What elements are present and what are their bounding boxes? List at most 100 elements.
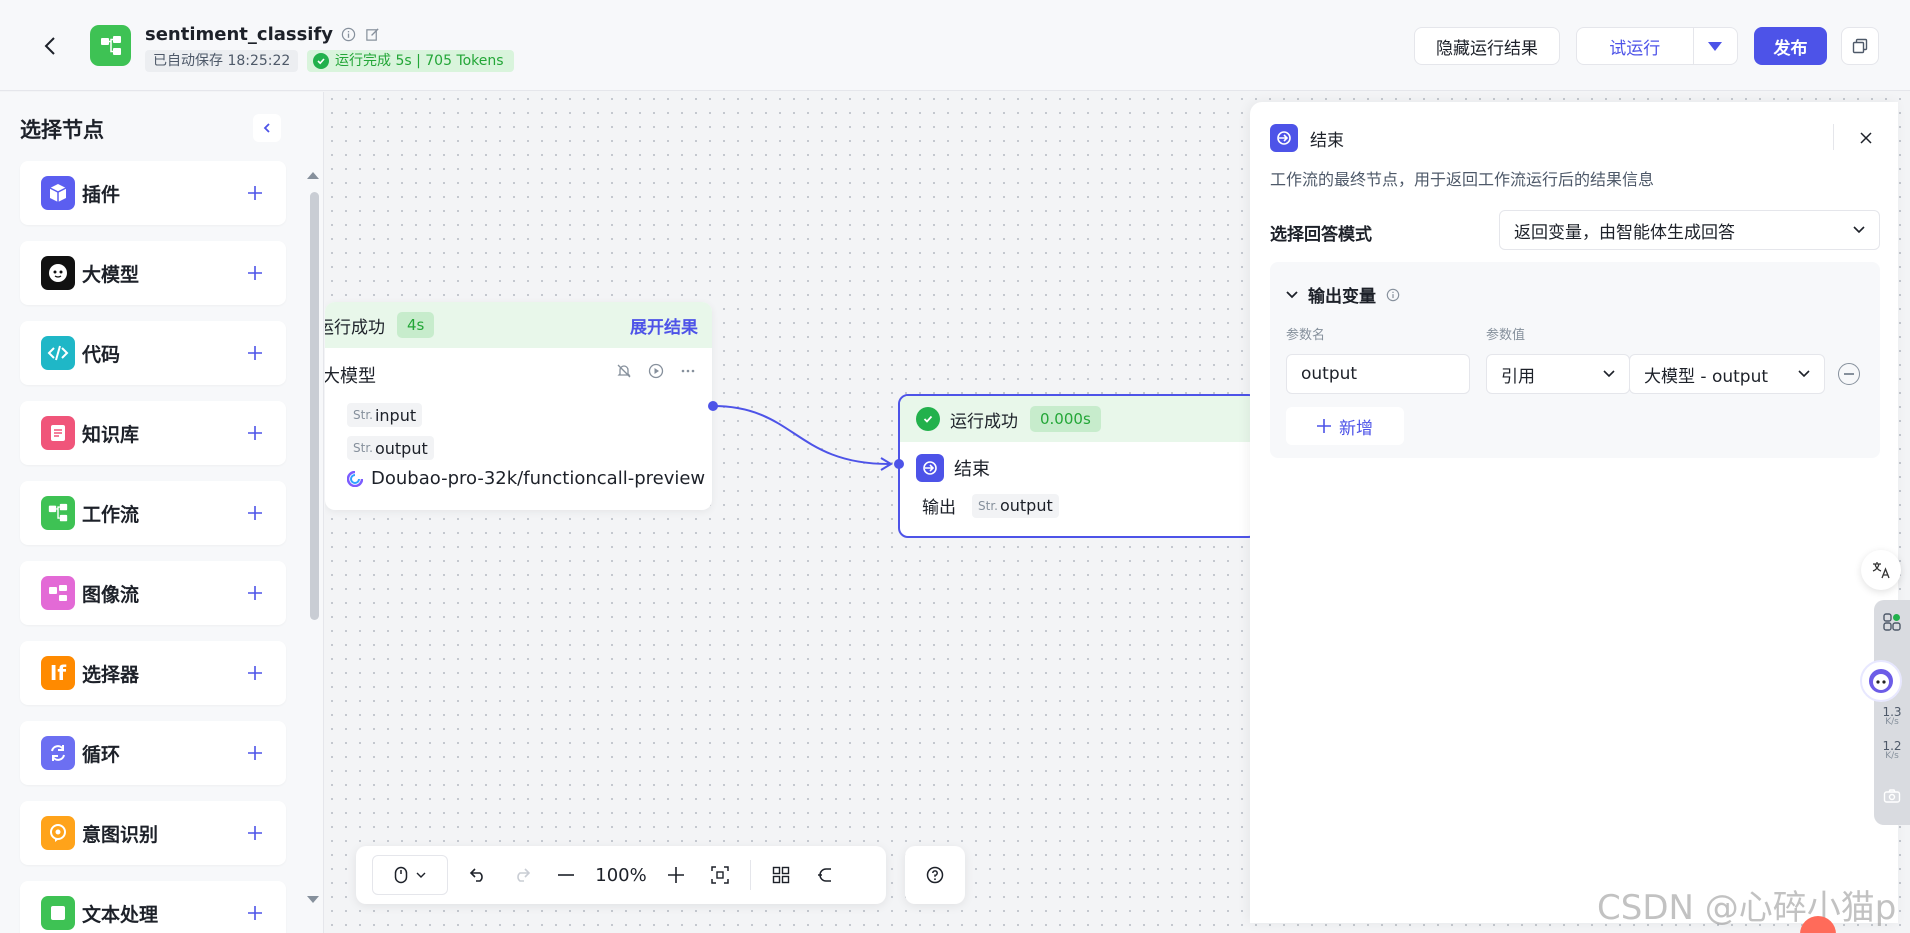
- node-label: 大模型: [82, 263, 140, 286]
- camera-icon[interactable]: [1874, 788, 1910, 804]
- mouse-icon: [394, 866, 408, 884]
- node-item-llm[interactable]: 大模型: [20, 241, 286, 305]
- check-circle-icon: [313, 53, 329, 69]
- download-speed-unit: K/s: [1885, 751, 1899, 761]
- end-node-result-header: 运行成功 0.000s: [900, 396, 1256, 442]
- plus-icon[interactable]: [244, 422, 266, 444]
- info-icon[interactable]: [1386, 288, 1400, 302]
- help-icon[interactable]: [905, 846, 965, 904]
- node-item-selector[interactable]: If 选择器: [20, 641, 286, 705]
- redo-icon[interactable]: [502, 855, 542, 895]
- back-icon[interactable]: [36, 30, 64, 62]
- hide-results-button[interactable]: 隐藏运行结果: [1414, 27, 1560, 65]
- node-item-knowledge[interactable]: 知识库: [20, 401, 286, 465]
- param-name-input[interactable]: output: [1286, 354, 1470, 394]
- end-node-card[interactable]: 运行成功 0.000s 结束 输出 Str. output: [898, 394, 1258, 538]
- apps-icon[interactable]: [1874, 612, 1910, 632]
- chevron-down-icon: [1286, 290, 1298, 298]
- test-run-dropdown[interactable]: [1694, 28, 1737, 64]
- plus-icon[interactable]: [244, 662, 266, 684]
- close-icon[interactable]: [1854, 126, 1878, 150]
- assistant-avatar-icon[interactable]: [1860, 660, 1902, 702]
- type-label: Str.: [353, 441, 373, 455]
- llm-node-title: 大模型: [325, 366, 376, 387]
- output-variables-title: 输出变量: [1308, 287, 1376, 307]
- run-status-badge: 运行完成 5s | 705 Tokens: [307, 50, 514, 72]
- plus-icon[interactable]: [244, 262, 266, 284]
- llm-face-icon: [41, 256, 75, 290]
- node-item-image-flow[interactable]: 图像流: [20, 561, 286, 625]
- sidebar-title: 选择节点: [20, 118, 104, 142]
- minimap-icon[interactable]: [761, 855, 801, 895]
- triangle-down-icon: [1708, 41, 1723, 51]
- output-variables-header[interactable]: 输出变量: [1286, 282, 1400, 307]
- llm-input-row: Str. input: [347, 403, 423, 427]
- play-circle-icon[interactable]: [647, 362, 665, 380]
- llm-node-card[interactable]: 运行成功 4s 展开结果 大模型 Str. input Str. output …: [325, 302, 712, 510]
- bell-off-icon[interactable]: [615, 362, 633, 380]
- zoom-level[interactable]: 100%: [590, 855, 652, 895]
- test-run-button[interactable]: 试运行: [1577, 28, 1694, 64]
- node-item-loop[interactable]: 循环: [20, 721, 286, 785]
- plus-icon[interactable]: [244, 582, 266, 604]
- intent-icon: [41, 816, 75, 850]
- reference-type-select[interactable]: 引用: [1486, 354, 1630, 394]
- node-item-plugin[interactable]: 插件: [20, 161, 286, 225]
- scroll-up-icon[interactable]: [307, 172, 319, 179]
- edit-icon[interactable]: [365, 27, 381, 43]
- collapse-sidebar-button[interactable]: [253, 114, 281, 142]
- node-item-code[interactable]: 代码: [20, 321, 286, 385]
- node-label: 代码: [82, 343, 121, 366]
- plus-icon[interactable]: [244, 742, 266, 764]
- plus-icon[interactable]: [244, 342, 266, 364]
- sidebar-scroll-thumb[interactable]: [310, 192, 319, 620]
- more-icon[interactable]: [679, 362, 697, 380]
- node-label: 图像流: [82, 583, 140, 606]
- duplicate-icon: [1852, 38, 1868, 54]
- interaction-mode-select[interactable]: [372, 855, 448, 895]
- chevron-down-icon: [1798, 370, 1810, 378]
- plus-icon[interactable]: [244, 182, 266, 204]
- output-tag: Str. output: [972, 493, 1059, 518]
- remove-row-icon[interactable]: [1838, 363, 1860, 385]
- answer-mode-select[interactable]: 返回变量，由智能体生成回答: [1499, 210, 1880, 250]
- reference-type-value: 引用: [1501, 366, 1535, 387]
- node-config-panel: 结束 工作流的最终节点，用于返回工作流运行后的结果信息 选择回答模式 返回变量，…: [1250, 102, 1898, 923]
- node-item-intent[interactable]: 意图识别: [20, 801, 286, 865]
- node-item-text-process[interactable]: 文本处理: [20, 881, 286, 933]
- run-status-text: 运行完成 5s | 705 Tokens: [335, 53, 504, 69]
- param-value-column: 参数值: [1486, 328, 1526, 343]
- panel-title[interactable]: 结束: [1310, 126, 1344, 151]
- llm-output-port[interactable]: [708, 401, 718, 411]
- zoom-out-icon[interactable]: [546, 855, 586, 895]
- autosave-label: 已自动保存 18:25:22: [145, 50, 299, 72]
- output-variables-section: 输出变量 参数名 参数值 output 引用 大模型 - output 新增: [1270, 262, 1880, 458]
- zoom-in-icon[interactable]: [656, 855, 696, 895]
- end-node-title: 结束: [954, 459, 990, 480]
- document-icon: [41, 416, 75, 450]
- end-input-port[interactable]: [894, 459, 904, 469]
- plus-icon[interactable]: [244, 502, 266, 524]
- translate-icon[interactable]: [1861, 550, 1901, 590]
- fit-view-icon[interactable]: [700, 855, 740, 895]
- node-item-workflow[interactable]: 工作流: [20, 481, 286, 545]
- info-icon[interactable]: [341, 27, 357, 43]
- type-label: Str.: [978, 498, 998, 513]
- undo-icon[interactable]: [458, 855, 498, 895]
- end-node-icon: [1270, 124, 1298, 152]
- chevron-down-icon: [1853, 226, 1865, 234]
- plus-icon[interactable]: [244, 822, 266, 844]
- type-label: Str.: [353, 408, 373, 422]
- connector-style-icon[interactable]: [805, 855, 845, 895]
- watermark: CSDN @心碎小猫p: [1597, 888, 1897, 928]
- publish-button[interactable]: 发布: [1754, 27, 1827, 65]
- scroll-down-icon[interactable]: [307, 896, 319, 903]
- add-variable-label: 新增: [1339, 418, 1373, 439]
- add-variable-button[interactable]: 新增: [1286, 407, 1404, 445]
- expand-results-link[interactable]: 展开结果: [630, 313, 698, 338]
- plus-icon[interactable]: [244, 902, 266, 924]
- reference-value-select[interactable]: 大模型 - output: [1629, 354, 1825, 394]
- reference-value: 大模型 - output: [1644, 366, 1769, 387]
- duplicate-button[interactable]: [1841, 27, 1879, 65]
- output-label: 输出: [922, 498, 956, 518]
